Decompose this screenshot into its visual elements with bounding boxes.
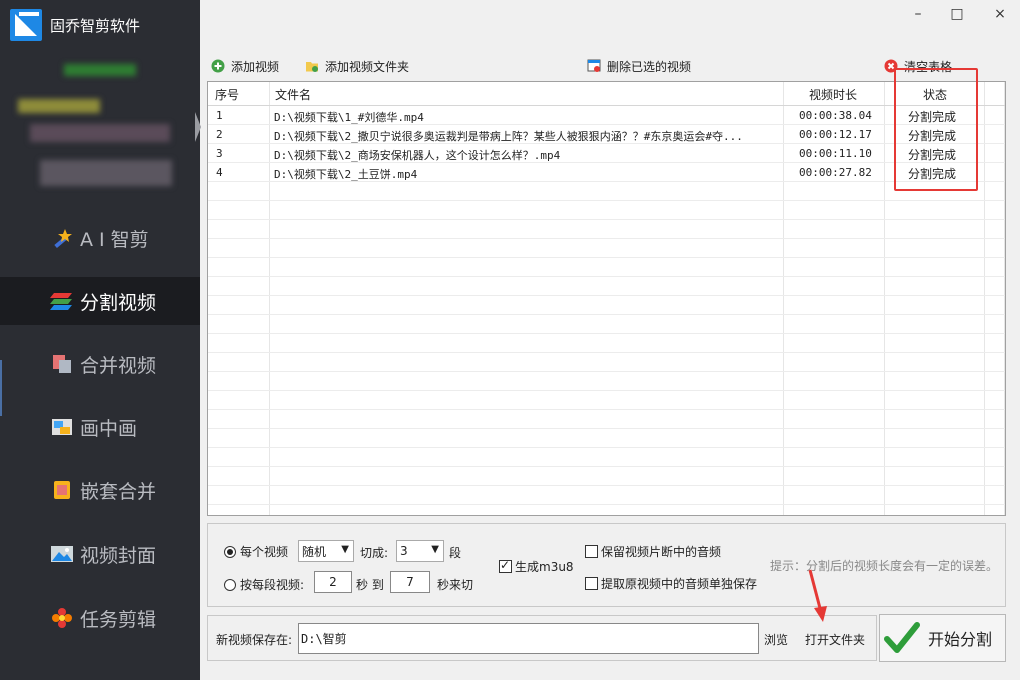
segments-select-value: 3 [400, 544, 408, 558]
minimize-button[interactable]: – [903, 6, 933, 26]
delete-selected-label: 删除已选的视频 [607, 59, 692, 74]
sidebar-item-label: 视频封面 [80, 544, 157, 567]
row-duration: 00:00:11.10 [799, 147, 872, 160]
add-folder-label: 添加视频文件夹 [325, 59, 410, 74]
keep-audio-checkbox[interactable]: 保留视频片断中的音频 [585, 543, 721, 560]
sidebar-item-label: 任务剪辑 [80, 608, 157, 631]
gen-m3u8-label: 生成m3u8 [515, 560, 574, 574]
checkbox-unchecked-icon [585, 545, 598, 558]
row-filename: D:\视频下载\1_#刘德华.mp4 [274, 111, 424, 124]
row-duration: 00:00:27.82 [799, 166, 872, 179]
keep-audio-label: 保留视频片断中的音频 [601, 545, 722, 559]
sidebar-item-pip[interactable]: 画中画 [0, 403, 200, 451]
sidebar-item-ai-edit[interactable]: A I 智剪 [0, 214, 200, 262]
column-header-filename[interactable]: 文件名 [275, 86, 311, 103]
sec-cut-label: 秒来切 [437, 578, 474, 592]
chevron-down-icon: ▼ [431, 544, 439, 555]
sidebar-edge-marker [0, 360, 2, 416]
sidebar-item-merge-video[interactable]: 合并视频 [0, 340, 200, 388]
per-video-label: 每个视频 [240, 545, 289, 559]
split-video-icon [50, 290, 74, 312]
save-path-label: 新视频保存在: [216, 633, 293, 647]
row-filename: D:\视频下载\2_撒贝宁说很多奥运裁判是带病上阵？某些人被狠狠内涵？？#东京奥… [274, 130, 743, 143]
add-folder-icon [306, 62, 318, 72]
row-filename: D:\视频下载\2_土豆饼.mp4 [274, 168, 418, 181]
maximize-button[interactable]: □ [942, 6, 972, 26]
segments-select[interactable]: 3 ▼ [396, 540, 444, 562]
column-header-index[interactable]: 序号 [215, 86, 239, 103]
checkbox-unchecked-icon [585, 577, 598, 590]
row-filename: D:\视频下载\2_商场安保机器人，这个设计怎么样？.mp4 [274, 149, 561, 162]
sidebar-item-split-video[interactable]: 分割视频 [0, 277, 200, 325]
row-index: 1 [216, 109, 223, 122]
delete-window-icon [587, 59, 601, 72]
add-circle-icon [211, 59, 225, 73]
sidebar-item-video-cover[interactable]: 视频封面 [0, 530, 200, 578]
app-title-bar: 固乔智剪软件 [10, 8, 140, 42]
mode-select-value: 随机 [302, 544, 327, 559]
add-video-button[interactable]: 添加视频 [211, 56, 279, 76]
picture-in-picture-icon [50, 416, 74, 438]
app-name: 固乔智剪软件 [50, 16, 141, 35]
sidebar-item-task-edit[interactable]: 任务剪辑 [0, 594, 200, 642]
sidebar-item-label: A I 智剪 [80, 228, 149, 251]
nest-merge-icon [50, 479, 74, 501]
segments-unit-label: 段 [449, 546, 462, 560]
hint-text: 提示：分割后的视频长度会有一定的误差。 [770, 559, 999, 573]
per-video-radio[interactable]: 每个视频 [224, 543, 288, 560]
segment-to-input[interactable]: 7 [390, 571, 430, 593]
mode-select[interactable]: 随机 ▼ [298, 540, 354, 562]
gen-m3u8-checkbox[interactable]: 生成m3u8 [499, 558, 574, 575]
video-table: 序号 文件名 视频时长 状态 1 D:\视频下载\1_#刘德华.mp4 00:0… [207, 81, 1006, 516]
sidebar-item-label: 分割视频 [80, 291, 157, 314]
red-arrow-annotation [808, 569, 827, 622]
collapse-arrow-icon[interactable] [195, 112, 201, 142]
sidebar-item-label: 嵌套合并 [80, 480, 157, 503]
add-video-label: 添加视频 [231, 59, 280, 74]
sidebar-item-nest-merge[interactable]: 嵌套合并 [0, 466, 200, 514]
browse-button[interactable]: 浏览 [764, 631, 788, 648]
extract-audio-checkbox[interactable]: 提取原视频中的音频单独保存 [585, 575, 757, 592]
row-duration: 00:00:38.04 [799, 109, 872, 122]
chevron-down-icon: ▼ [341, 544, 349, 555]
extract-audio-label: 提取原视频中的音频单独保存 [601, 577, 758, 591]
radio-unselected-icon [224, 578, 236, 591]
save-path-input[interactable]: D:\智剪 [298, 623, 759, 654]
checkbox-checked-icon [499, 558, 512, 573]
per-segment-label: 按每段视频: [240, 578, 305, 592]
app-logo-icon [10, 9, 42, 41]
column-header-duration[interactable]: 视频时长 [809, 86, 857, 103]
radio-selected-icon [224, 545, 236, 558]
merge-video-icon [50, 353, 74, 375]
add-folder-button[interactable]: 添加视频文件夹 [305, 56, 409, 76]
segment-from-input[interactable]: 2 [314, 571, 352, 593]
start-split-button[interactable]: 开始分割 [879, 614, 1006, 662]
sidebar-item-label: 画中画 [80, 417, 138, 440]
start-split-label: 开始分割 [928, 630, 993, 649]
cut-into-label: 切成: [360, 546, 389, 560]
row-index: 2 [216, 128, 223, 141]
sidebar-item-label: 合并视频 [80, 354, 157, 377]
video-cover-icon [50, 543, 74, 565]
sidebar: 固乔智剪软件 A I 智剪 分割视频 合并视频 画中画 嵌套合并 视频封面 任务… [0, 0, 201, 680]
sec-to-label: 秒 到 [356, 578, 384, 592]
status-highlight-annotation [894, 68, 978, 191]
task-edit-icon [50, 607, 74, 629]
row-duration: 00:00:12.17 [799, 128, 872, 141]
open-folder-button[interactable]: 打开文件夹 [805, 631, 865, 648]
row-index: 3 [216, 147, 223, 160]
close-button[interactable]: × [985, 6, 1015, 26]
delete-selected-button[interactable]: 删除已选的视频 [587, 56, 691, 76]
check-icon [884, 622, 920, 653]
per-segment-radio[interactable]: 按每段视频: [224, 576, 304, 593]
row-index: 4 [216, 166, 223, 179]
ai-wand-icon [50, 227, 74, 249]
